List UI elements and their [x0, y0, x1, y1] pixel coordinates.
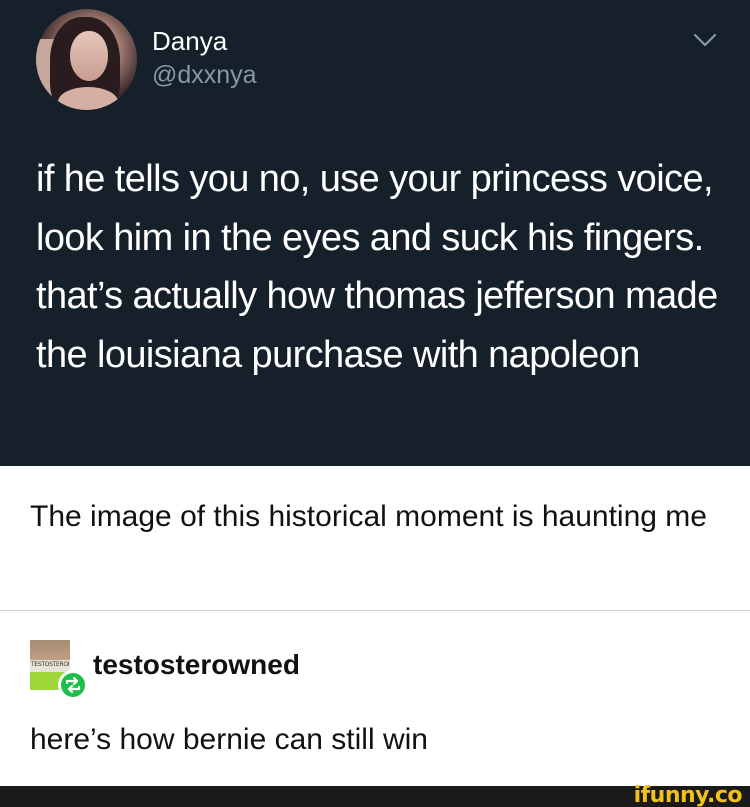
footer-bar: ifunny.co — [0, 783, 750, 807]
chevron-down-icon[interactable] — [692, 30, 718, 50]
avatar-label: TESTOSTERONE — [31, 661, 69, 668]
tweet-text: if he tells you no, use your princess vo… — [36, 158, 718, 376]
tweet-author-avatar[interactable] — [36, 9, 137, 110]
reblog-badge — [58, 670, 88, 700]
avatar-face — [70, 31, 108, 81]
reblog-text: here’s how bernie can still win — [30, 723, 428, 756]
divider — [0, 610, 750, 611]
reblog-icon — [65, 676, 81, 694]
tweet-display-name[interactable]: Danya — [152, 26, 227, 57]
avatar-shoulder — [58, 87, 118, 110]
watermark-logo: ifunny.co — [633, 783, 743, 807]
reblog-username[interactable]: testosterowned — [93, 649, 300, 681]
post-caption: The image of this historical moment is h… — [30, 500, 707, 533]
tweet-card: Danya @dxxnya if he tells you no, use yo… — [0, 0, 750, 466]
tweet-handle[interactable]: @dxxnya — [152, 61, 257, 90]
